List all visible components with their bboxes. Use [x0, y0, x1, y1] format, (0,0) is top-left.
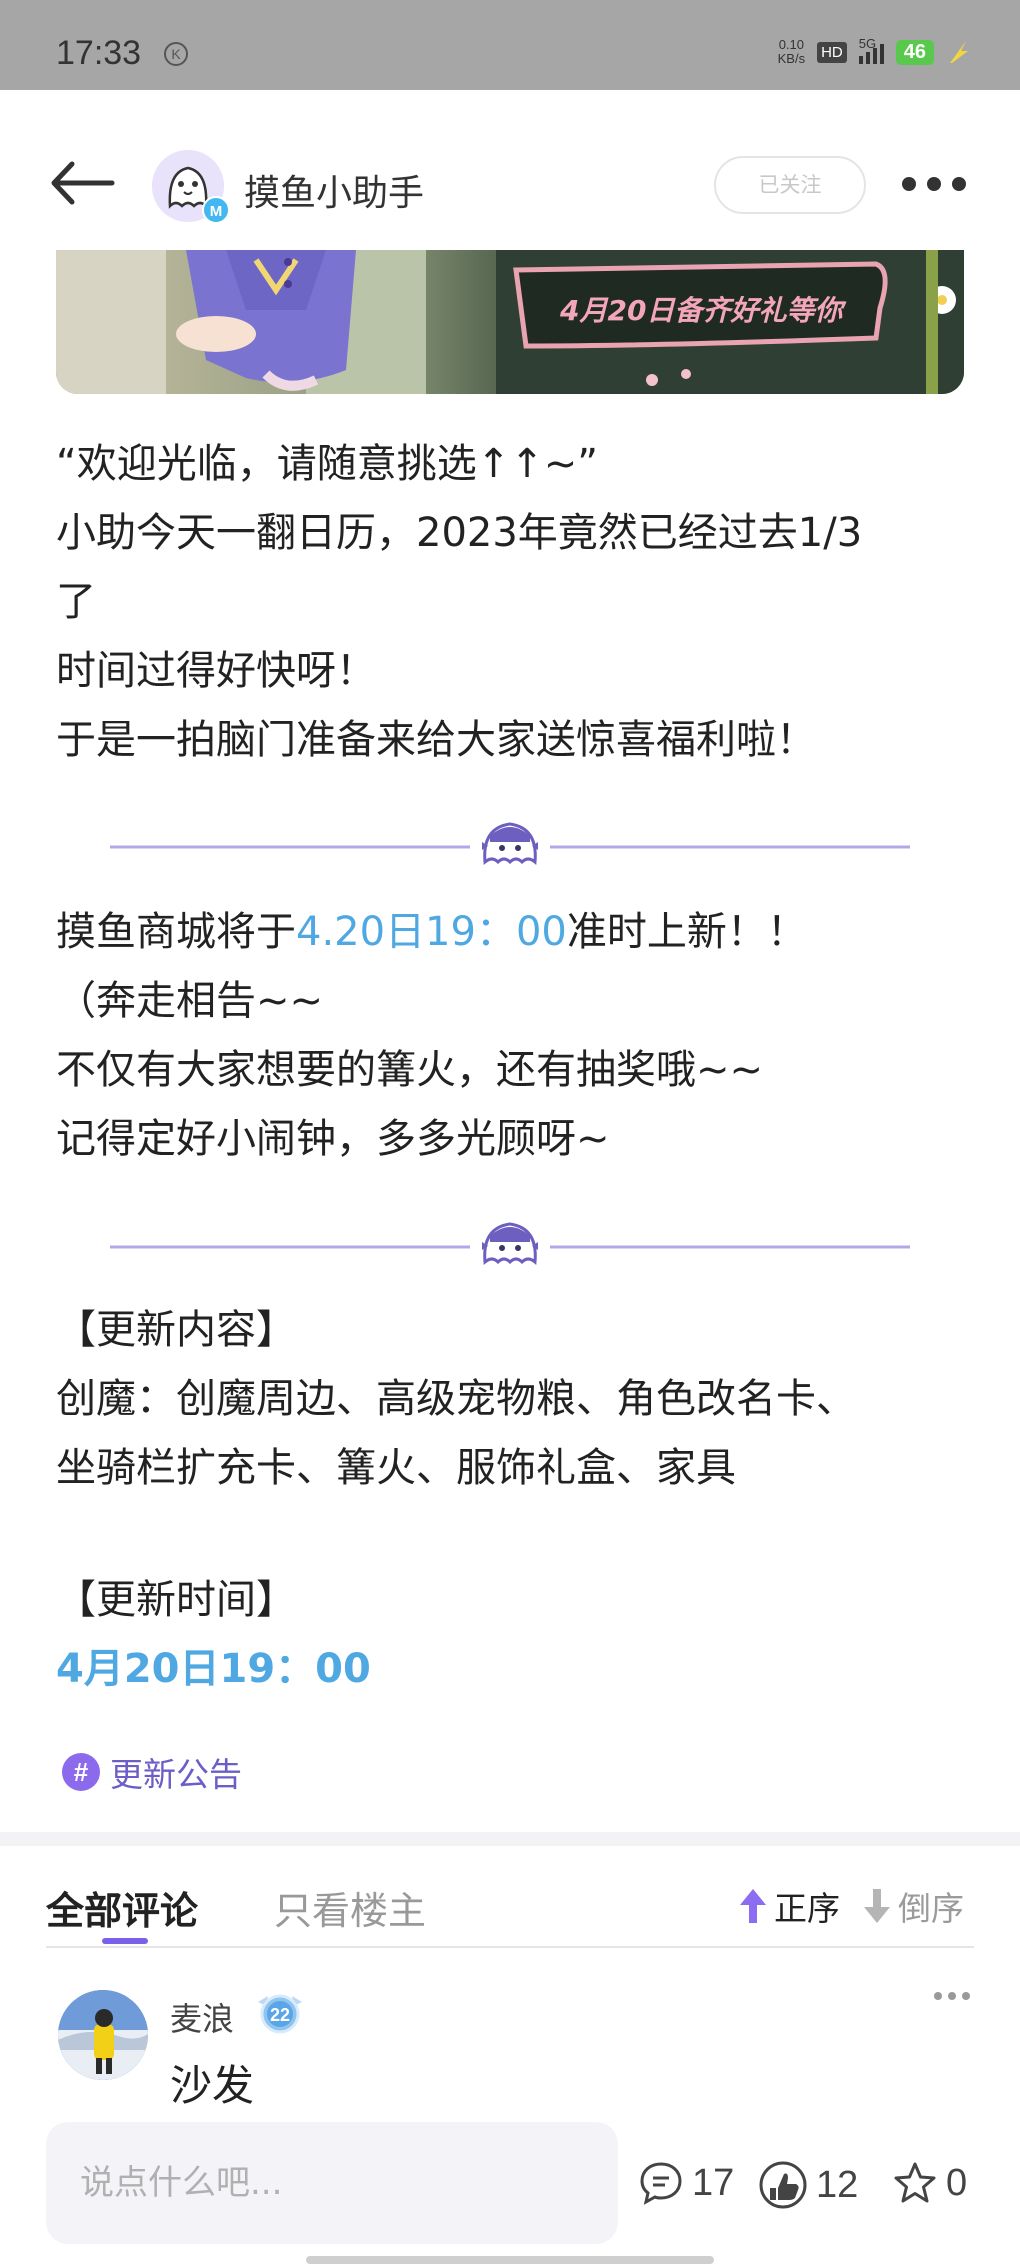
- ghost-mascot-icon: [482, 1222, 538, 1266]
- article-line: 于是一拍脑门准备来给大家送惊喜福利啦！: [56, 717, 816, 763]
- back-arrow-icon[interactable]: [50, 160, 116, 206]
- arrow-down-icon: [864, 1889, 890, 1923]
- article-section-content: 【更新内容】 创魔：创魔周边、高级宠物粮、角色改名卡、 坐骑栏扩充卡、篝火、服饰…: [56, 1296, 976, 1503]
- article-line: 小助今天一翻日历，2023年竟然已经过去1/3: [56, 510, 863, 556]
- article-line: 不仅有大家想要的篝火，还有抽奖哦~~: [56, 1047, 764, 1093]
- hashtag-icon: #: [62, 1753, 100, 1791]
- tab-all-comments[interactable]: 全部评论: [46, 1880, 198, 1935]
- star-icon: [894, 2162, 936, 2203]
- mascot-divider: [110, 1222, 910, 1266]
- article-section-time: 【更新时间】 4月20日19：00: [56, 1566, 976, 1704]
- topic-tag[interactable]: # 更新公告: [62, 1748, 242, 1796]
- member-badge: M: [202, 196, 230, 224]
- charging-bolt-icon: [950, 41, 968, 63]
- thumbs-up-icon: [759, 2161, 807, 2209]
- mascot-divider: [110, 822, 910, 866]
- article-line: 摸鱼商城将于4.20日19：00准时上新！！: [56, 909, 807, 955]
- follow-button[interactable]: 已关注: [714, 156, 866, 214]
- active-tab-indicator: [102, 1938, 148, 1944]
- status-bar: 17:33 K 0.10 KB/s HD 5G 46: [0, 0, 1020, 90]
- post-header: M 摸鱼小助手 已关注: [0, 90, 1020, 250]
- launch-time-highlight: 4.20日19：00: [296, 909, 567, 955]
- svg-text:22: 22: [270, 2005, 290, 2025]
- signal-icon: 5G: [858, 36, 884, 64]
- level-badge-icon: 22: [258, 1994, 302, 2034]
- section-title: 【更新时间】: [56, 1577, 296, 1623]
- avatar-photo: [58, 1990, 148, 2080]
- hd-icon: HD: [817, 41, 847, 63]
- battery-icon: 46: [895, 39, 934, 65]
- article-line: 了: [56, 579, 96, 625]
- banner-image: 4月20日备齐好礼等你: [56, 250, 964, 394]
- author-avatar[interactable]: M: [152, 150, 230, 224]
- home-indicator[interactable]: [306, 2256, 714, 2264]
- comment-input[interactable]: 说点什么吧...: [46, 2122, 618, 2244]
- tab-owner-only[interactable]: 只看楼主: [274, 1880, 426, 1935]
- network-speed: 0.10 KB/s: [777, 37, 806, 66]
- favorite-button[interactable]: 0: [892, 2160, 967, 2206]
- article-line: 记得定好小闹钟，多多光顾呀~: [56, 1116, 610, 1162]
- status-icons: 0.10 KB/s HD 5G 46: [777, 36, 970, 66]
- banner-text: 4月20日备齐好礼等你: [559, 294, 846, 327]
- article-paragraph-launch: 摸鱼商城将于4.20日19：00准时上新！！ （奔走相告~~ 不仅有大家想要的篝…: [56, 898, 976, 1174]
- ghost-mascot-icon: [482, 822, 538, 866]
- article-line: 创魔：创魔周边、高级宠物粮、角色改名卡、: [56, 1376, 856, 1422]
- topic-tag-label: 更新公告: [110, 1755, 242, 1794]
- comments-button[interactable]: 17: [638, 2160, 734, 2206]
- sort-descending-button[interactable]: 倒序: [862, 1882, 964, 1930]
- commenter-name[interactable]: 麦浪: [170, 1994, 234, 2040]
- commenter-avatar[interactable]: [58, 1990, 148, 2080]
- arrow-up-icon: [740, 1889, 766, 1923]
- update-time-value: 4月20日19：00: [56, 1646, 371, 1692]
- section-separator: [0, 1832, 1020, 1846]
- article-line: 时间过得好快呀！: [56, 648, 376, 694]
- article-paragraph-intro: “欢迎光临，请随意挑选↑↑~” 小助今天一翻日历，2023年竟然已经过去1/3 …: [56, 430, 976, 775]
- comment-text: 沙发: [170, 2061, 255, 2110]
- sort-ascending-button[interactable]: 正序: [738, 1882, 840, 1930]
- comment-more-icon[interactable]: [934, 1992, 970, 2002]
- article-line: （奔走相告~~: [56, 978, 324, 1024]
- more-options-icon[interactable]: [902, 176, 966, 192]
- comment-bubble-icon: [640, 2162, 682, 2205]
- like-button[interactable]: 12: [758, 2160, 858, 2210]
- status-time: 17:33: [56, 34, 142, 72]
- banner-illustration: 4月20日备齐好礼等你: [56, 250, 964, 394]
- author-name[interactable]: 摸鱼小助手: [244, 164, 424, 216]
- article-line: 坐骑栏扩充卡、篝火、服饰礼盒、家具: [56, 1445, 736, 1491]
- k-notification-icon: K: [164, 42, 188, 66]
- article-line: “欢迎光临，请随意挑选↑↑~”: [56, 441, 598, 487]
- section-title: 【更新内容】: [56, 1307, 296, 1353]
- tabs-divider: [46, 1946, 974, 1948]
